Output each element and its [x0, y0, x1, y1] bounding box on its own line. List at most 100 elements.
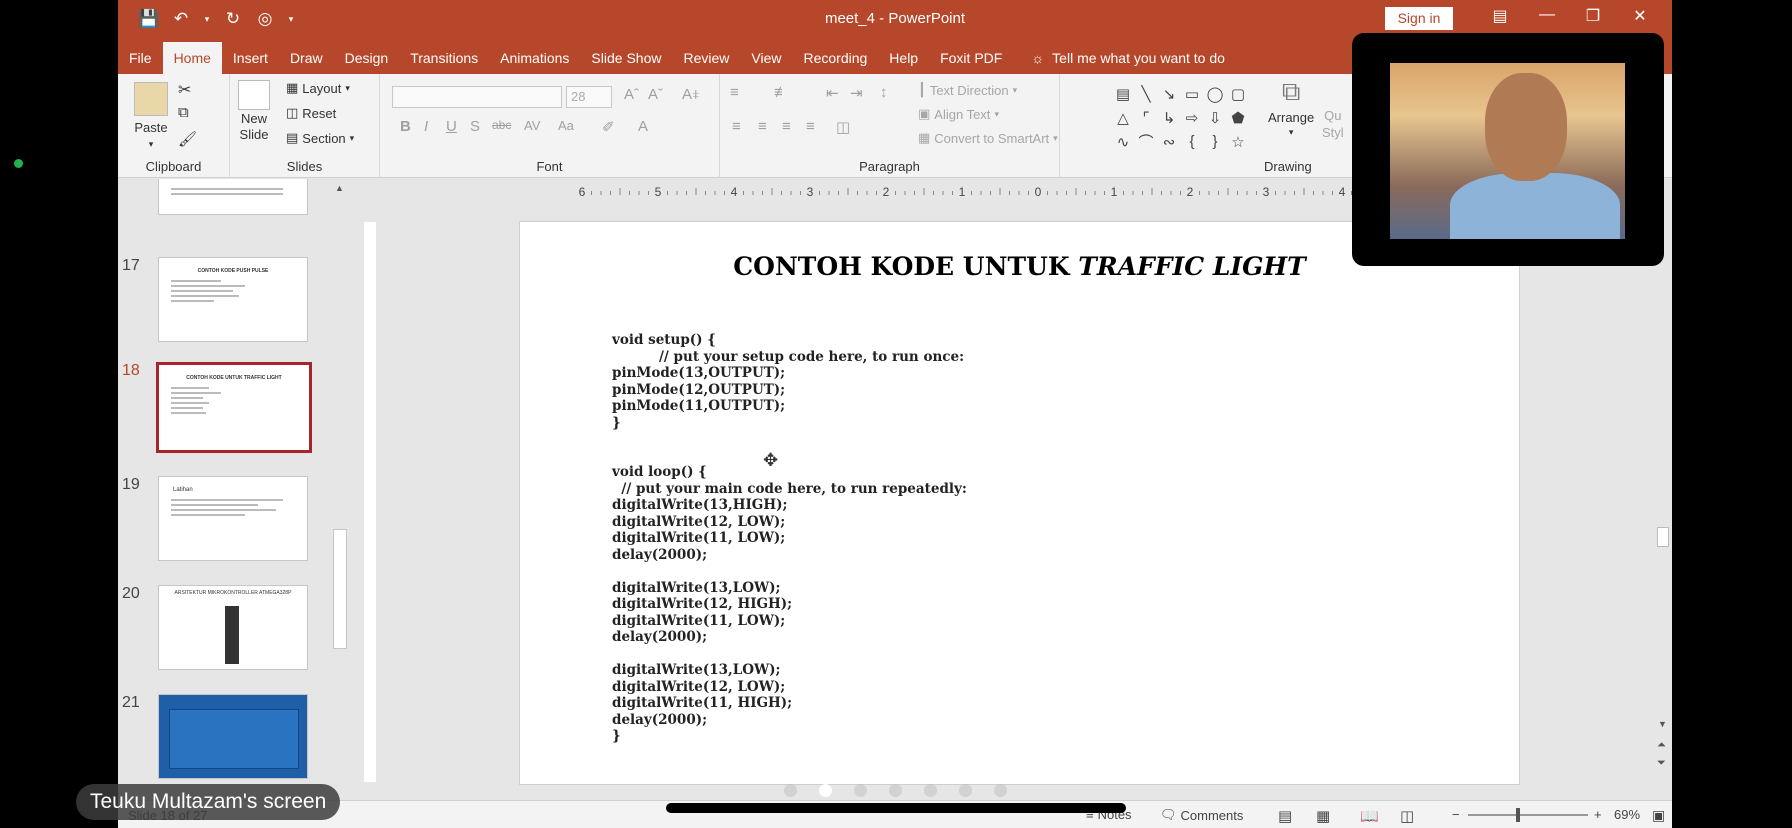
numbering-icon[interactable]: ≢: [774, 84, 789, 101]
thumbnail-scrollbar-thumb[interactable]: [333, 529, 347, 649]
elbow-connector-icon[interactable]: ⌜: [1135, 106, 1157, 129]
slide-thumbnail-21[interactable]: [158, 694, 308, 779]
decrease-font-icon[interactable]: Aˇ: [648, 86, 663, 103]
tab-recording[interactable]: Recording: [792, 42, 878, 74]
thumbnail-scrollbar[interactable]: ▲: [331, 179, 349, 795]
align-left-icon[interactable]: ≡: [732, 118, 741, 135]
tab-view[interactable]: View: [740, 42, 792, 74]
slide-thumbnail-16[interactable]: [158, 179, 308, 215]
tab-transitions[interactable]: Transitions: [399, 42, 489, 74]
reset-button[interactable]: ◫ Reset: [286, 105, 336, 121]
oval-icon[interactable]: ◯: [1204, 82, 1226, 105]
minimize-icon[interactable]: —: [1532, 6, 1562, 24]
sign-in-button[interactable]: Sign in: [1385, 7, 1453, 30]
zoom-level[interactable]: 69%: [1614, 807, 1640, 822]
slide-thumbnail-20[interactable]: ARSITEKTUR MIKROKONTROLLER ATMEGA328P: [158, 585, 308, 670]
align-center-icon[interactable]: ≡: [758, 118, 767, 135]
tab-insert[interactable]: Insert: [222, 42, 279, 74]
strikethrough-icon[interactable]: abc: [492, 118, 511, 132]
pentagon-icon[interactable]: ⬟: [1227, 106, 1249, 129]
font-size-box[interactable]: 28: [566, 86, 612, 108]
font-name-box[interactable]: [392, 86, 562, 108]
slide-thumbnail-pane[interactable]: 17 CONTOH KODE PUSH PULSE 18 CONTOH KODE…: [118, 179, 354, 795]
increase-indent-icon[interactable]: ⇥: [850, 84, 863, 102]
slide-canvas[interactable]: CONTOH KODE UNTUK TRAFFIC LIGHT void set…: [519, 221, 1520, 785]
previous-slide-icon[interactable]: ⏶: [1657, 739, 1666, 752]
tab-foxit-pdf[interactable]: Foxit PDF: [929, 42, 1013, 74]
code-textbox[interactable]: void setup() { // put your setup code he…: [612, 332, 967, 745]
next-slide-icon[interactable]: ⏷: [1657, 757, 1666, 770]
highlight-icon[interactable]: ✐: [602, 118, 615, 136]
slide-thumbnail-19[interactable]: Latihan: [158, 476, 308, 561]
slide-thumbnail-18[interactable]: CONTOH KODE UNTUK TRAFFIC LIGHT: [156, 362, 312, 453]
decrease-indent-icon[interactable]: ⇤: [826, 84, 839, 102]
ribbon-display-icon[interactable]: ▤: [1485, 6, 1515, 26]
zoom-out-icon[interactable]: −: [1452, 807, 1460, 822]
slide-sorter-icon[interactable]: ▦: [1316, 807, 1330, 825]
tell-me-search[interactable]: ☼ Tell me what you want to do: [1013, 42, 1225, 74]
columns-icon[interactable]: ◫: [836, 118, 850, 136]
clear-formatting-icon[interactable]: A⧧: [682, 86, 700, 103]
line-spacing-icon[interactable]: ↕: [880, 84, 888, 101]
left-brace-icon[interactable]: {: [1181, 130, 1203, 153]
rectangle-icon[interactable]: ▭: [1181, 82, 1203, 105]
cut-icon[interactable]: ✂: [178, 80, 191, 100]
change-case-icon[interactable]: Aa: [558, 118, 574, 133]
normal-view-icon[interactable]: ▤: [1278, 807, 1292, 825]
comments-button[interactable]: 🗨 Comments: [1160, 807, 1243, 823]
character-spacing-icon[interactable]: AV: [524, 118, 540, 133]
scroll-down-icon[interactable]: ▼: [1658, 719, 1667, 729]
tab-help[interactable]: Help: [878, 42, 929, 74]
zoom-slider-thumb[interactable]: [1516, 808, 1520, 822]
arc-icon[interactable]: ⌒: [1135, 130, 1157, 153]
quick-styles-button[interactable]: Qu Styl: [1322, 108, 1344, 140]
star-icon[interactable]: ☆: [1227, 130, 1249, 153]
arrange-button[interactable]: ⧉ Arrange ▾: [1268, 76, 1314, 138]
section-button[interactable]: ▤ Section ▾: [286, 130, 354, 146]
right-arrow-icon[interactable]: ⇨: [1181, 106, 1203, 129]
slide-thumbnail-17[interactable]: CONTOH KODE PUSH PULSE: [158, 257, 308, 342]
tab-file[interactable]: File: [118, 42, 163, 74]
justify-icon[interactable]: ≡: [806, 118, 815, 135]
tab-slide-show[interactable]: Slide Show: [580, 42, 672, 74]
zoom-in-icon[interactable]: +: [1594, 807, 1602, 822]
rounded-rect-icon[interactable]: ▢: [1227, 82, 1249, 105]
close-icon[interactable]: ✕: [1625, 6, 1655, 26]
down-arrow-icon[interactable]: ⇩: [1204, 106, 1226, 129]
triangle-icon[interactable]: △: [1112, 106, 1134, 129]
editor-scrollbar[interactable]: ▼ ⏶ ⏷: [1654, 179, 1672, 795]
tab-design[interactable]: Design: [334, 42, 400, 74]
scroll-up-icon[interactable]: ▲: [335, 183, 344, 193]
editor-scrollbar-thumb[interactable]: [1657, 527, 1669, 547]
home-indicator-bar[interactable]: [666, 803, 1126, 813]
bold-icon[interactable]: B: [400, 118, 411, 135]
reading-view-icon[interactable]: 📖: [1360, 807, 1379, 825]
curve-icon[interactable]: ∾: [1158, 130, 1180, 153]
layout-button[interactable]: ▦ Layout ▾: [286, 80, 350, 96]
right-brace-icon[interactable]: }: [1204, 130, 1226, 153]
slideshow-view-icon[interactable]: ◫: [1400, 807, 1414, 825]
italic-icon[interactable]: I: [424, 118, 428, 135]
fit-to-window-icon[interactable]: ▣: [1652, 807, 1665, 824]
convert-smartart-button[interactable]: ▦ Convert to SmartArt ▾: [918, 130, 1058, 146]
align-right-icon[interactable]: ≡: [782, 118, 791, 135]
text-direction-button[interactable]: ┃ Text Direction ▾: [918, 82, 1017, 98]
arrow-line-icon[interactable]: ↘: [1158, 82, 1180, 105]
line-icon[interactable]: ╲: [1135, 82, 1157, 105]
tab-review[interactable]: Review: [672, 42, 740, 74]
font-color-icon[interactable]: A: [638, 118, 648, 135]
copy-icon[interactable]: ⧉: [178, 104, 189, 121]
shadow-icon[interactable]: S: [470, 118, 480, 135]
paste-button[interactable]: Paste ▾: [134, 82, 168, 150]
align-text-button[interactable]: ▣ Align Text ▾: [918, 106, 999, 122]
increase-font-icon[interactable]: Aˆ: [624, 86, 639, 103]
textbox-icon[interactable]: ▤: [1112, 82, 1134, 105]
tab-draw[interactable]: Draw: [279, 42, 334, 74]
new-slide-button[interactable]: New Slide: [238, 80, 270, 142]
restore-icon[interactable]: ❐: [1578, 6, 1608, 26]
tab-home[interactable]: Home: [162, 42, 222, 74]
freeform-icon[interactable]: ∿: [1112, 130, 1134, 153]
zoom-slider[interactable]: [1468, 808, 1588, 822]
shapes-gallery[interactable]: ▤ ╲ ↘ ▭ ◯ ▢ △ ⌜ ↳ ⇨ ⇩ ⬟ ∿ ⌒ ∾ { } ☆: [1112, 82, 1262, 154]
underline-icon[interactable]: U: [446, 118, 457, 135]
